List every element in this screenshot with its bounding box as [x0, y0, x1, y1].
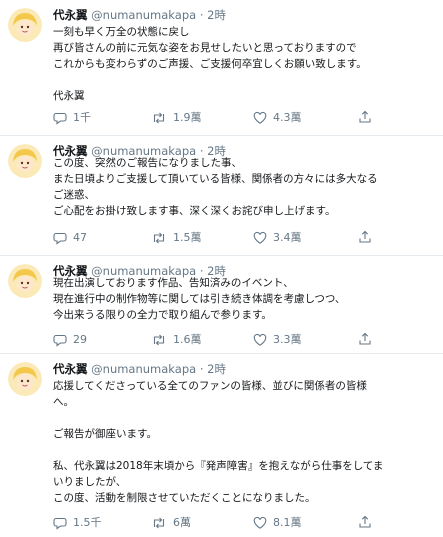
heart-icon — [253, 516, 267, 529]
reply-button[interactable]: 1千 — [53, 110, 91, 126]
share-icon — [359, 110, 371, 123]
heart-icon — [253, 333, 267, 346]
tweet-text: 一刻も早く万全の状態に戻し 再び皆さんの前に元気な姿をお見せしたいと思っておりま… — [53, 24, 435, 104]
reply-button[interactable]: 47 — [53, 230, 87, 246]
tweet-line: 現在出演しております作品、告知済みのイベント、 — [53, 277, 294, 289]
tweet-time[interactable]: 2時 — [207, 8, 226, 22]
share-button[interactable] — [358, 230, 372, 244]
share-button[interactable] — [358, 332, 372, 346]
tweet[interactable]: 代永翼 @numanumakapa · 2時 一刻も早く万全の状態に戻し 再び皆… — [0, 0, 443, 136]
like-count: 3.3萬 — [273, 333, 302, 346]
tweet-line: へ。 — [53, 396, 74, 408]
share-icon — [359, 332, 371, 345]
separator-dot: · — [199, 362, 204, 376]
tweet-line: ご報告が御座います。 — [53, 428, 157, 440]
share-icon — [359, 230, 371, 243]
tweet-text: この度、突然のご報告になりました事、 また日頃よりご支援して頂いている皆様、関係… — [53, 155, 435, 219]
avatar-image — [8, 144, 42, 178]
like-button[interactable]: 4.3萬 — [253, 110, 302, 126]
tweet[interactable]: 代永翼 @numanumakapa · 2時 この度、突然のご報告になりました事… — [0, 136, 443, 256]
heart-icon — [253, 231, 267, 244]
avatar-image — [8, 362, 42, 396]
retweet-icon — [153, 232, 165, 244]
retweet-button[interactable]: 6萬 — [151, 515, 191, 531]
reply-count: 1.5千 — [73, 516, 102, 529]
retweet-icon — [153, 334, 165, 346]
like-count: 3.4萬 — [273, 231, 302, 244]
reply-icon — [53, 517, 67, 530]
reply-button[interactable]: 1.5千 — [53, 515, 102, 531]
retweet-count: 1.9萬 — [173, 111, 202, 124]
reply-button[interactable]: 29 — [53, 332, 87, 348]
retweet-icon — [153, 112, 165, 124]
tweet-text: 現在出演しております作品、告知済みのイベント、 現在進行中の制作物等に関しては引… — [53, 275, 435, 323]
avatar[interactable] — [8, 144, 42, 178]
tweet-line: いりましたが、 — [53, 476, 127, 488]
tweet[interactable]: 代永翼 @numanumakapa · 2時 応援してくださっている全てのファン… — [0, 354, 443, 537]
retweet-button[interactable]: 1.6萬 — [151, 332, 202, 348]
tweet-line: ご迷惑、 — [53, 189, 95, 201]
avatar[interactable] — [8, 264, 42, 298]
tweet[interactable]: 代永翼 @numanumakapa · 2時 現在出演しております作品、告知済み… — [0, 256, 443, 354]
author-handle[interactable]: @numanumakapa — [91, 362, 196, 376]
tweet-text: 応援してくださっている全てのファンの皆様、並びに関係者の皆様 へ。 ご報告が御座… — [53, 378, 435, 506]
share-icon — [359, 515, 371, 528]
tweet-line — [53, 410, 435, 426]
tweet-line: ご心配をお掛け致します事、深く深くお詫び申し上げます。 — [53, 205, 336, 217]
avatar-image — [8, 264, 42, 298]
retweet-button[interactable]: 1.9萬 — [151, 110, 202, 126]
avatar[interactable] — [8, 8, 42, 42]
like-button[interactable]: 3.4萬 — [253, 230, 302, 246]
tweet-line — [53, 442, 435, 458]
tweet-line: 再び皆さんの前に元気な姿をお見せしたいと思っておりますので — [53, 42, 357, 54]
tweet-line: 代永翼 — [53, 90, 85, 102]
tweet-line: 私、代永翼は2018年末頃から『発声障害』を抱えながら仕事をしてま — [53, 460, 384, 472]
like-count: 4.3萬 — [273, 111, 302, 124]
tweet-line: これからも変わらずのご声援、ご支援何卒宜しくお願い致します。 — [53, 58, 367, 70]
retweet-count: 6萬 — [173, 516, 191, 529]
tweet-line: この度、突然のご報告になりました事、 — [53, 157, 242, 169]
avatar-image — [8, 8, 42, 42]
tweet-line: 一刻も早く万全の状態に戻し — [53, 26, 190, 38]
retweet-icon — [153, 517, 165, 529]
reply-count: 1千 — [73, 111, 91, 124]
tweet-time[interactable]: 2時 — [207, 362, 226, 376]
retweet-count: 1.6萬 — [173, 333, 202, 346]
reply-icon — [53, 232, 67, 245]
tweet-line: 応援してくださっている全てのファンの皆様、並びに関係者の皆様 — [53, 380, 367, 392]
reply-count: 47 — [73, 231, 87, 244]
tweet-line: また日頃よりご支援して頂いている皆様、関係者の方々には多大なる — [53, 173, 378, 185]
reply-icon — [53, 112, 67, 125]
avatar[interactable] — [8, 362, 42, 396]
author-name[interactable]: 代永翼 — [53, 362, 88, 376]
separator-dot: · — [199, 8, 204, 22]
tweet-line: 今出来うる限りの全力で取り組んで参ります。 — [53, 309, 272, 321]
like-button[interactable]: 3.3萬 — [253, 332, 302, 348]
tweet-line: この度、活動を制限させていただくことになりました。 — [53, 492, 316, 504]
like-button[interactable]: 8.1萬 — [253, 515, 302, 531]
retweet-button[interactable]: 1.5萬 — [151, 230, 202, 246]
like-count: 8.1萬 — [273, 516, 302, 529]
share-button[interactable] — [358, 110, 372, 124]
tweet-line — [53, 72, 435, 88]
reply-icon — [53, 334, 67, 347]
author-handle[interactable]: @numanumakapa — [91, 8, 196, 22]
share-button[interactable] — [358, 515, 372, 529]
heart-icon — [253, 111, 267, 124]
reply-count: 29 — [73, 333, 87, 346]
author-name[interactable]: 代永翼 — [53, 8, 88, 22]
tweet-line: 現在進行中の制作物等に関しては引き続き体調を考慮しつつ、 — [53, 293, 346, 305]
retweet-count: 1.5萬 — [173, 231, 202, 244]
